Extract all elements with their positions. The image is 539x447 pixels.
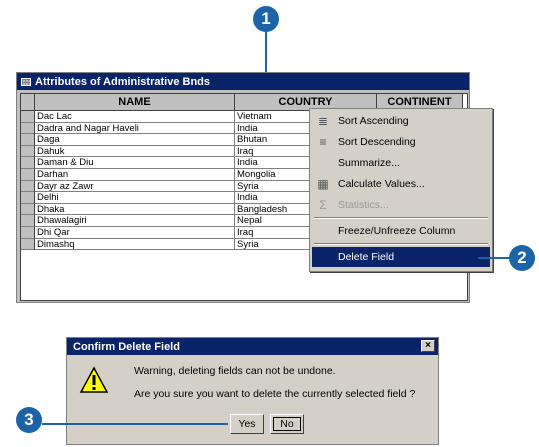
cell-name[interactable]: Daga bbox=[35, 134, 235, 146]
row-selector[interactable] bbox=[21, 238, 35, 251]
dialog-question-text: Are you sure you want to delete the curr… bbox=[134, 388, 416, 400]
table-icon bbox=[21, 77, 31, 86]
menu-item-calculate-values[interactable]: ▦ Calculate Values... bbox=[312, 174, 490, 194]
row-selector[interactable] bbox=[21, 203, 35, 216]
cell-name[interactable]: Dac Lac bbox=[35, 111, 235, 123]
row-selector[interactable] bbox=[21, 192, 35, 204]
menu-item-label: Freeze/Unfreeze Column bbox=[338, 225, 456, 237]
close-icon[interactable]: × bbox=[421, 340, 435, 352]
column-header-name[interactable]: NAME bbox=[35, 94, 235, 111]
row-selector[interactable] bbox=[21, 180, 35, 193]
cell-name[interactable]: Dimashq bbox=[35, 238, 235, 251]
menu-item-sort-descending[interactable]: ≡ Sort Descending bbox=[312, 132, 490, 152]
menu-item-freeze-unfreeze[interactable]: Freeze/Unfreeze Column bbox=[312, 221, 490, 241]
cell-name[interactable]: Dhi Qar bbox=[35, 227, 235, 239]
dialog-titlebar[interactable]: Confirm Delete Field × bbox=[67, 338, 438, 355]
menu-separator bbox=[314, 243, 488, 245]
row-selector[interactable] bbox=[21, 227, 35, 239]
menu-item-label: Delete Field bbox=[338, 251, 395, 263]
cell-name[interactable]: Daman & Diu bbox=[35, 157, 235, 169]
header-selector[interactable] bbox=[21, 94, 35, 111]
cell-name[interactable]: Darhan bbox=[35, 169, 235, 181]
menu-item-label: Sort Ascending bbox=[338, 115, 409, 127]
no-button[interactable]: No bbox=[270, 414, 304, 434]
cell-name[interactable]: Delhi bbox=[35, 192, 235, 204]
menu-item-statistics: Σ Statistics... bbox=[312, 195, 490, 215]
cell-name[interactable]: Dadra and Nagar Haveli bbox=[35, 122, 235, 135]
confirm-delete-dialog: Confirm Delete Field × Warning, deleting… bbox=[66, 337, 439, 445]
warning-icon bbox=[79, 366, 109, 393]
menu-item-label: Statistics... bbox=[338, 199, 389, 211]
sigma-icon: Σ bbox=[319, 198, 327, 212]
attribute-table-titlebar[interactable]: Attributes of Administrative Bnds bbox=[17, 73, 469, 90]
row-selector[interactable] bbox=[21, 215, 35, 227]
callout-3-line bbox=[42, 423, 228, 425]
row-selector[interactable] bbox=[21, 169, 35, 181]
menu-item-label: Sort Descending bbox=[338, 136, 416, 148]
calculator-icon: ▦ bbox=[317, 177, 329, 191]
menu-item-summarize[interactable]: Summarize... bbox=[312, 153, 490, 173]
menu-item-label: Summarize... bbox=[338, 157, 400, 169]
cell-name[interactable]: Dayr az Zawr bbox=[35, 180, 235, 193]
row-selector[interactable] bbox=[21, 145, 35, 158]
sort-descending-icon: ≡ bbox=[319, 135, 327, 149]
yes-button[interactable]: Yes bbox=[230, 414, 264, 434]
row-selector[interactable] bbox=[21, 157, 35, 169]
attribute-table-title: Attributes of Administrative Bnds bbox=[35, 75, 210, 88]
dialog-warning-text: Warning, deleting fields can not be undo… bbox=[134, 365, 336, 377]
callout-2: 2 bbox=[509, 245, 535, 271]
row-selector[interactable] bbox=[21, 111, 35, 123]
callout-1: 1 bbox=[253, 6, 279, 32]
menu-separator bbox=[314, 217, 488, 219]
row-selector[interactable] bbox=[21, 122, 35, 135]
callout-3: 3 bbox=[16, 407, 42, 433]
cell-name[interactable]: Dhaka bbox=[35, 203, 235, 216]
menu-item-delete-field[interactable]: Delete Field bbox=[312, 247, 490, 267]
menu-item-sort-ascending[interactable]: ≣ Sort Ascending bbox=[312, 111, 490, 131]
dialog-title: Confirm Delete Field bbox=[73, 340, 180, 353]
sort-ascending-icon: ≣ bbox=[317, 114, 329, 128]
cell-name[interactable]: Dhawalagiri bbox=[35, 215, 235, 227]
menu-item-label: Calculate Values... bbox=[338, 178, 425, 190]
cell-name[interactable]: Dahuk bbox=[35, 145, 235, 158]
column-context-menu: ≣ Sort Ascending ≡ Sort Descending Summa… bbox=[309, 108, 493, 272]
row-selector[interactable] bbox=[21, 134, 35, 146]
